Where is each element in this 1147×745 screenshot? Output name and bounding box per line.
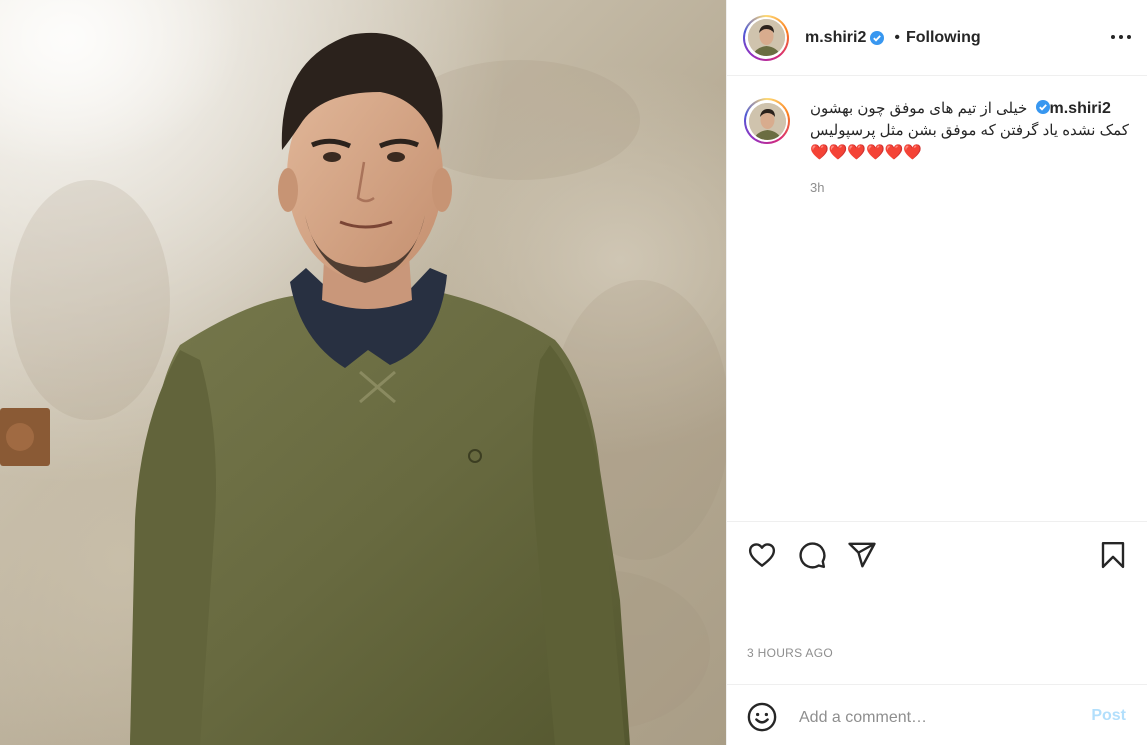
- header-username[interactable]: m.shiri2: [805, 29, 866, 47]
- post-sidebar: m.shiri2 • Following m.shiri2 خیلی از تی…: [726, 0, 1147, 745]
- post-header: m.shiri2 • Following: [727, 0, 1147, 76]
- comment-bar: Post: [727, 684, 1147, 745]
- verified-badge-icon: [870, 30, 885, 45]
- post-photo-illustration: [0, 0, 726, 745]
- following-button[interactable]: Following: [906, 29, 981, 47]
- comment-input[interactable]: [797, 705, 1081, 731]
- posted-time[interactable]: 3 HOURS AGO: [747, 646, 833, 660]
- caption-username[interactable]: m.shiri2: [1050, 100, 1111, 117]
- verified-badge-icon: [1035, 100, 1050, 114]
- heart-icon[interactable]: [747, 540, 777, 570]
- action-bar: [727, 521, 1147, 592]
- caption-section: m.shiri2 خیلی از تیم های موفق چون بهشون …: [744, 98, 1134, 195]
- avatar: [748, 102, 786, 140]
- caption-timestamp[interactable]: 3h: [810, 180, 1134, 195]
- paper-plane-icon[interactable]: [847, 540, 877, 570]
- emoji-icon[interactable]: [747, 702, 777, 732]
- header-separator: •: [894, 28, 900, 46]
- bookmark-icon[interactable]: [1098, 540, 1128, 570]
- avatar: [747, 19, 785, 56]
- more-options-icon[interactable]: [1110, 26, 1132, 48]
- post-comment-button[interactable]: Post: [1091, 707, 1126, 725]
- header-avatar[interactable]: [743, 14, 789, 61]
- comment-icon[interactable]: [797, 540, 827, 570]
- caption-avatar[interactable]: [744, 98, 790, 164]
- post-image[interactable]: [0, 0, 726, 745]
